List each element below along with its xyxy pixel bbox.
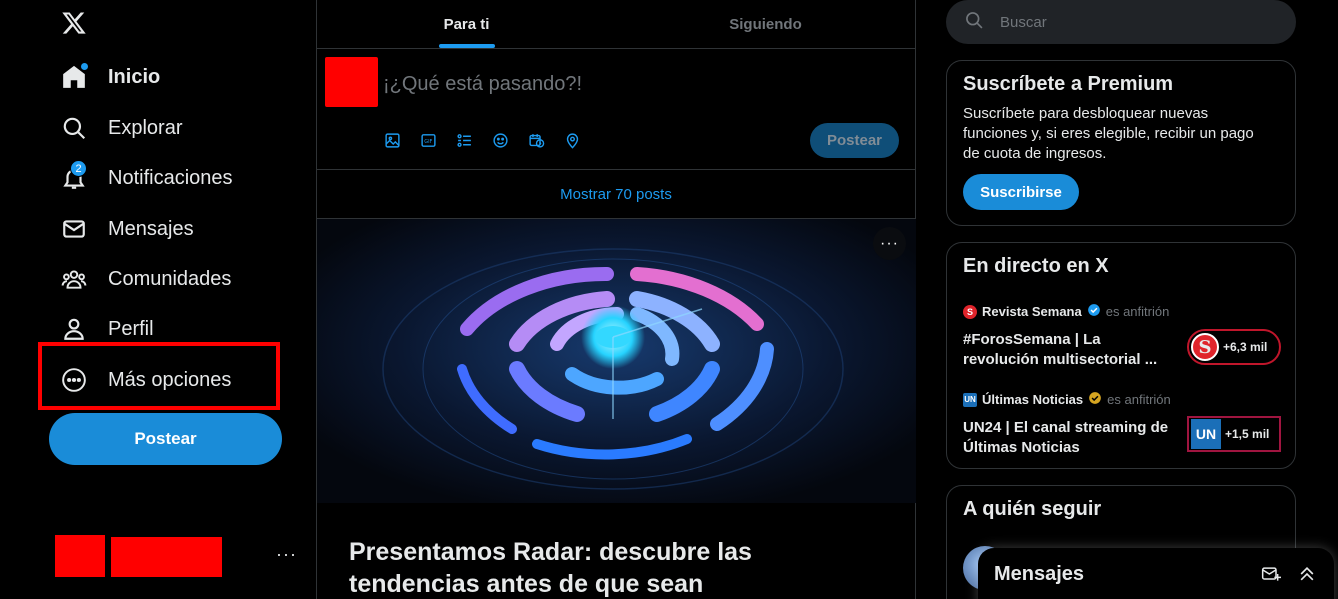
tab-label: Siguiendo [729,15,802,33]
verified-badge-icon [1087,303,1101,320]
account-menu-more-icon[interactable]: ··· [276,544,297,565]
ultimas-noticias-logo-icon: UN [963,392,977,407]
follow-title: A quién seguir [963,498,1102,520]
feed-tabs: Para ti Siguiendo [317,0,915,49]
nav-item-notificaciones[interactable]: 2 Notificaciones [50,156,243,200]
messages-drawer[interactable]: Mensajes [978,548,1334,599]
promo-title[interactable]: Presentamos Radar: descubre las tendenci… [349,536,819,599]
account-avatar-redacted[interactable] [55,535,105,577]
host-name: Revista Semana [982,304,1082,319]
host-line: S Revista Semana es anfitrión [963,303,1281,320]
radar-illustration [317,219,916,503]
nav-label: Notificaciones [108,166,233,189]
annotation-highlight-box [38,342,280,410]
verified-gold-badge-icon [1088,391,1102,408]
poll-icon[interactable] [455,131,473,149]
premium-title: Suscríbete a Premium [963,73,1174,95]
live-title: En directo en X [963,255,1109,277]
nav-label: Perfil [108,317,154,340]
composer-post-button[interactable]: Postear [810,123,899,158]
emoji-icon[interactable] [491,131,509,149]
main-feed: Para ti Siguiendo ¡¿Qué está pasando?! G… [316,0,916,599]
nav-item-inicio[interactable]: Inicio [50,55,170,99]
x-logo-icon[interactable] [57,6,91,40]
location-icon[interactable] [563,131,581,149]
live-entry-title: UN24 | El canal streaming de Últimas Not… [963,419,1169,456]
post-more-options-icon[interactable]: ··· [873,227,906,260]
tab-label: Para ti [443,15,490,33]
composer-avatar-redacted [325,57,378,107]
listener-count: +1,5 mil [1225,427,1270,441]
show-new-posts-link[interactable]: Mostrar 70 posts [317,170,915,219]
search-input[interactable] [1000,13,1260,31]
nav-label: Mensajes [108,217,194,240]
gif-icon[interactable]: GIF [419,131,437,149]
active-tab-indicator [438,44,495,48]
left-sidebar: Inicio Explorar 2 Notificaciones Mensaje… [0,0,316,599]
notification-badge: 2 [70,160,87,177]
search-bar[interactable] [946,0,1296,44]
premium-body: Suscríbete para desbloquear nuevas funci… [963,105,1254,162]
schedule-icon[interactable] [527,131,545,149]
host-name: Últimas Noticias [982,392,1084,407]
live-entry-title: #ForosSemana | La revolución multisector… [963,331,1158,368]
live-card: En directo en X S Revista Semana es anfi… [946,242,1296,469]
post-composer: ¡¿Qué está pasando?! GIF Postear [317,49,915,170]
ultimas-noticias-avatar-icon: UN [1191,419,1221,449]
nav-item-explorar[interactable]: Explorar [50,106,192,150]
nav-item-mensajes[interactable]: Mensajes [50,207,204,251]
premium-card: Suscríbete a Premium Suscríbete para des… [946,60,1296,226]
image-icon[interactable] [383,131,401,149]
revista-semana-avatar-icon: S [1191,333,1219,361]
revista-semana-logo-icon: S [963,304,977,319]
listeners-pill[interactable]: UN +1,5 mil [1187,416,1281,452]
host-suffix: es anfitrión [1107,392,1171,407]
post-button[interactable]: Postear [49,413,282,465]
nav-label: Explorar [108,116,183,139]
live-entry[interactable]: UN Últimas Noticias es anfitrión UN24 | … [963,391,1281,458]
composer-input[interactable]: ¡¿Qué está pasando?! [383,73,582,96]
host-suffix: es anfitrión [1105,304,1170,319]
nav-item-comunidades[interactable]: Comunidades [50,257,241,301]
bell-icon: 2 [60,160,88,192]
communities-icon [60,265,88,293]
home-icon [60,63,88,91]
listener-count: +6,3 mil [1223,340,1268,354]
person-icon [60,315,88,343]
promo-image[interactable]: ··· [317,219,916,503]
listeners-pill[interactable]: S +6,3 mil [1187,329,1281,365]
messages-drawer-title: Mensajes [994,562,1085,585]
expand-drawer-icon[interactable] [1296,563,1318,585]
nav-label: Comunidades [108,267,232,290]
composer-toolbar: GIF [383,131,581,149]
new-message-icon[interactable] [1260,563,1282,585]
host-line: UN Últimas Noticias es anfitrión [963,391,1281,408]
search-icon [60,114,88,142]
mail-icon [60,215,88,243]
svg-text:GIF: GIF [424,138,432,144]
nav-label: Inicio [108,65,161,88]
tab-para-ti[interactable]: Para ti [317,0,616,48]
search-icon [964,10,984,35]
live-entry[interactable]: S Revista Semana es anfitrión #ForosSema… [963,303,1281,370]
account-name-redacted[interactable] [111,537,222,577]
tab-siguiendo[interactable]: Siguiendo [616,0,915,48]
unread-dot [81,63,88,70]
subscribe-button[interactable]: Suscribirse [963,174,1079,210]
